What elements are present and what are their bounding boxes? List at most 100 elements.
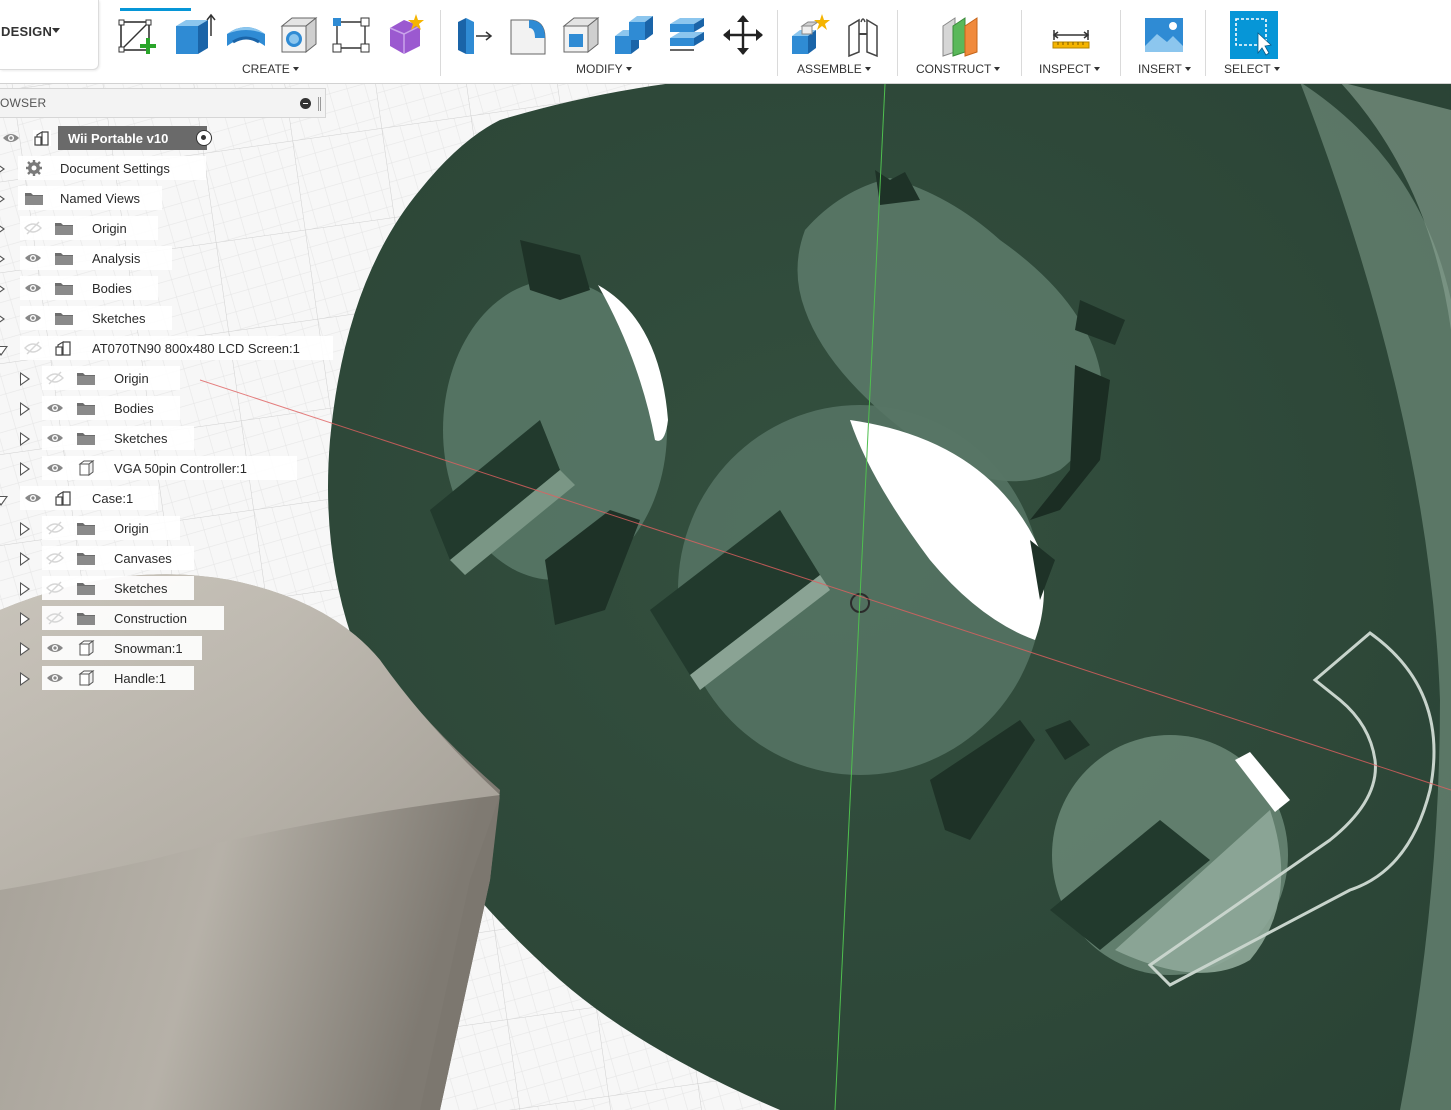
browser-node-vga-50pin-controller-1[interactable]: VGA 50pin Controller:1: [0, 456, 330, 480]
pattern-icon[interactable]: [329, 12, 375, 58]
joint-icon[interactable]: [841, 12, 887, 58]
eye-icon[interactable]: [46, 641, 64, 655]
eye-icon[interactable]: [46, 671, 64, 685]
browser-node-document-settings[interactable]: Document Settings: [0, 156, 330, 180]
browser-node-label: Sketches: [114, 431, 168, 446]
browser-node-sketches[interactable]: Sketches: [0, 576, 330, 600]
browser-node-construction[interactable]: Construction: [0, 606, 330, 630]
toolbar-divider: [1021, 10, 1022, 76]
browser-node-label: Named Views: [60, 191, 140, 206]
expand-node-icon[interactable]: [0, 282, 5, 296]
expand-node-icon[interactable]: [0, 162, 5, 176]
browser-node-label: Origin: [114, 371, 149, 386]
shell-icon[interactable]: [558, 12, 604, 58]
create-menu[interactable]: CREATE: [242, 62, 299, 76]
eye-icon[interactable]: [46, 461, 64, 475]
eye-icon[interactable]: [2, 131, 20, 145]
new-component-icon[interactable]: [788, 12, 834, 58]
browser-node-snowman-1[interactable]: Snowman:1: [0, 636, 330, 660]
eye-hidden-icon[interactable]: [24, 221, 42, 235]
expand-node-icon[interactable]: [20, 372, 30, 386]
expand-node-icon[interactable]: [0, 222, 5, 236]
eye-hidden-icon[interactable]: [24, 341, 42, 355]
expand-node-icon[interactable]: [20, 552, 30, 566]
inspect-menu[interactable]: INSPECT: [1039, 62, 1101, 76]
eye-hidden-icon[interactable]: [46, 371, 64, 385]
assembly-icon: [32, 129, 52, 147]
select-menu[interactable]: SELECT: [1224, 62, 1280, 76]
browser-node-bodies[interactable]: Bodies: [0, 276, 330, 300]
browser-title: OWSER: [0, 96, 47, 110]
combine-icon[interactable]: [611, 12, 657, 58]
chevron-down-icon: [1273, 67, 1280, 71]
insert-image-icon[interactable]: [1141, 12, 1187, 58]
expand-node-icon[interactable]: [20, 612, 30, 626]
toolbar-divider: [1205, 10, 1206, 76]
expand-node-icon[interactable]: [20, 402, 30, 416]
press-pull-icon[interactable]: [452, 12, 498, 58]
browser-node-origin[interactable]: Origin: [0, 216, 330, 240]
collapse-panel-icon[interactable]: [300, 98, 311, 109]
create-sketch-icon[interactable]: [116, 12, 162, 58]
expand-node-icon[interactable]: [0, 192, 5, 206]
insert-menu[interactable]: INSERT: [1138, 62, 1191, 76]
hole-icon[interactable]: [276, 12, 322, 58]
browser-node-at070tn90-800x480-lcd-screen-1[interactable]: AT070TN90 800x480 LCD Screen:1: [0, 336, 333, 360]
browser-node-handle-1[interactable]: Handle:1: [0, 666, 330, 690]
offset-plane-icon[interactable]: [937, 12, 983, 58]
gear-icon: [24, 159, 44, 177]
fillet-icon[interactable]: [505, 12, 551, 58]
revolve-icon[interactable]: [223, 12, 269, 58]
folder-icon: [54, 249, 74, 267]
expand-node-icon[interactable]: [20, 642, 30, 656]
browser-node-sketches[interactable]: Sketches: [0, 306, 330, 330]
browser-node-canvases[interactable]: Canvases: [0, 546, 330, 570]
browser-node-case-1[interactable]: Case:1: [0, 486, 330, 510]
eye-hidden-icon[interactable]: [46, 551, 64, 565]
chevron-down-icon: [52, 28, 60, 33]
eye-icon[interactable]: [24, 251, 42, 265]
expand-node-icon[interactable]: [20, 432, 30, 446]
eye-hidden-icon[interactable]: [46, 581, 64, 595]
create-form-icon[interactable]: [382, 12, 428, 58]
eye-icon[interactable]: [24, 311, 42, 325]
assemble-menu[interactable]: ASSEMBLE: [797, 62, 871, 76]
panel-grip-handle[interactable]: [318, 97, 321, 111]
expand-node-icon[interactable]: [20, 462, 30, 476]
window-select-icon[interactable]: [1230, 11, 1278, 59]
browser-node-wii-portable-v10[interactable]: Wii Portable v10: [0, 126, 330, 150]
browser-node-origin[interactable]: Origin: [0, 366, 330, 390]
browser-node-label: AT070TN90 800x480 LCD Screen:1: [92, 341, 300, 356]
expand-node-icon[interactable]: [0, 312, 5, 326]
construct-menu[interactable]: CONSTRUCT: [916, 62, 1001, 76]
browser-node-label: Snowman:1: [114, 641, 183, 656]
measure-icon[interactable]: [1048, 12, 1094, 58]
eye-icon[interactable]: [24, 491, 42, 505]
toolbar-divider: [897, 10, 898, 76]
eye-icon[interactable]: [24, 281, 42, 295]
expand-node-icon[interactable]: [20, 582, 30, 596]
browser-node-named-views[interactable]: Named Views: [0, 186, 330, 210]
toolbar-divider: [777, 10, 778, 76]
browser-node-analysis[interactable]: Analysis: [0, 246, 330, 270]
browser-node-bodies[interactable]: Bodies: [0, 396, 330, 420]
chevron-down-icon: [994, 67, 1001, 71]
expand-node-icon[interactable]: [20, 672, 30, 686]
extrude-icon[interactable]: [170, 12, 216, 58]
eye-hidden-icon[interactable]: [46, 611, 64, 625]
eye-icon[interactable]: [46, 401, 64, 415]
component-icon: [54, 489, 74, 507]
eye-icon[interactable]: [46, 431, 64, 445]
move-icon[interactable]: [720, 12, 766, 58]
offset-face-icon[interactable]: [664, 12, 710, 58]
modify-menu[interactable]: MODIFY: [576, 62, 632, 76]
expand-node-icon[interactable]: [0, 252, 5, 266]
browser-node-origin[interactable]: Origin: [0, 516, 330, 540]
browser-node-sketches[interactable]: Sketches: [0, 426, 330, 450]
collapse-node-icon[interactable]: [0, 496, 8, 506]
activate-component-icon[interactable]: [196, 130, 212, 146]
workspace-switcher[interactable]: DESIGN: [0, 0, 99, 70]
collapse-node-icon[interactable]: [0, 346, 8, 356]
expand-node-icon[interactable]: [20, 522, 30, 536]
eye-hidden-icon[interactable]: [46, 521, 64, 535]
